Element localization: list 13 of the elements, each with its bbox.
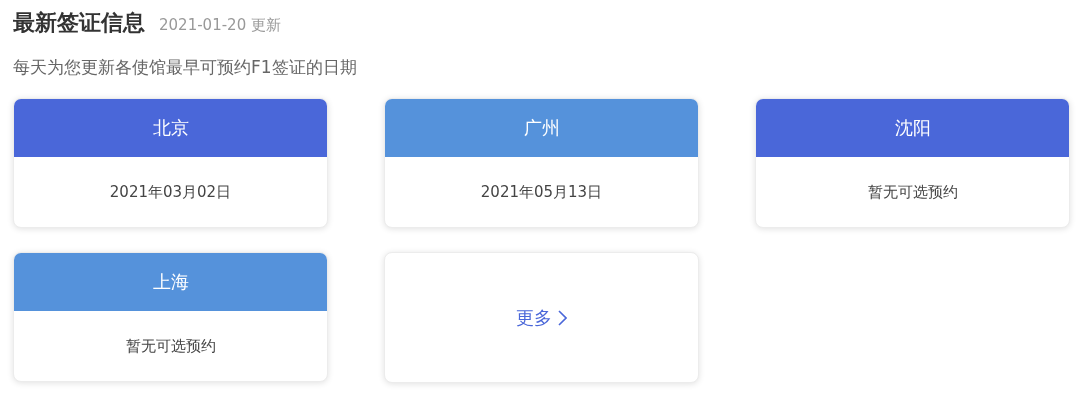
chevron-right-icon xyxy=(558,309,567,326)
subtitle: 每天为您更新各使馆最早可预约F1签证的日期 xyxy=(13,56,358,79)
city-header: 沈阳 xyxy=(756,99,1069,157)
appointment-date: 暂无可选预约 xyxy=(867,182,958,202)
city-header: 上海 xyxy=(14,253,327,311)
update-date: 2021-01-20 更新 xyxy=(159,16,281,35)
more-button[interactable]: 更多 xyxy=(384,252,699,383)
page-title: 最新签证信息 xyxy=(13,9,145,37)
city-header: 北京 xyxy=(14,99,327,157)
appointment-date: 2021年03月02日 xyxy=(109,182,232,202)
appointment-date: 暂无可选预约 xyxy=(125,336,216,356)
city-header: 广州 xyxy=(385,99,698,157)
appointment-date: 2021年05月13日 xyxy=(480,182,603,202)
